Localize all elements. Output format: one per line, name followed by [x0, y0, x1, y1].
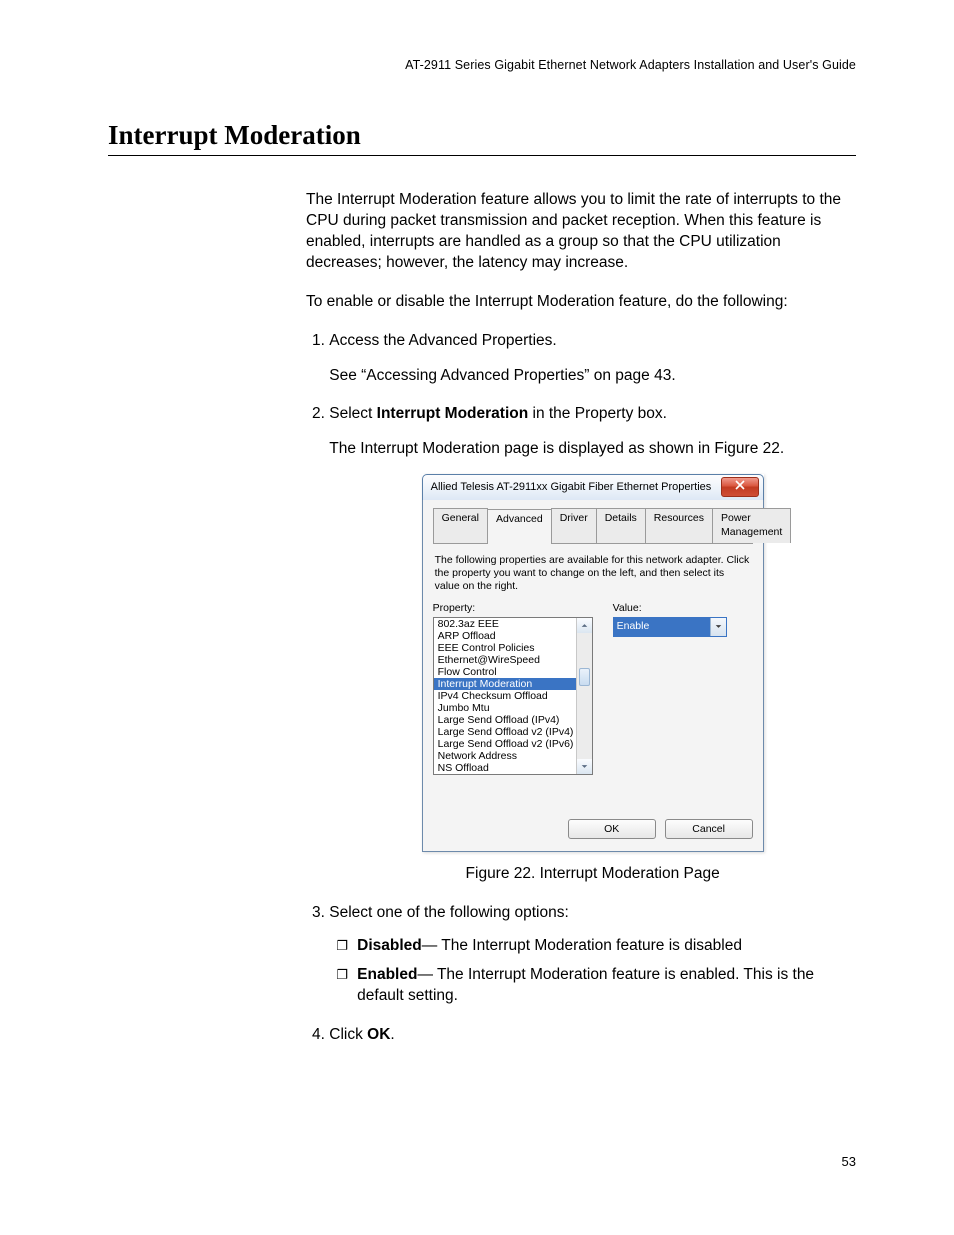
list-item[interactable]: Network Address [434, 750, 577, 762]
page-number: 53 [842, 1154, 856, 1169]
property-label: Property: [433, 601, 593, 615]
combobox-button[interactable] [710, 618, 726, 636]
list-item[interactable]: 802.3az EEE [434, 618, 577, 630]
tab-strip: General Advanced Driver Details Resource… [433, 508, 753, 543]
lead-paragraph: To enable or disable the Interrupt Moder… [306, 292, 856, 313]
close-button[interactable] [721, 477, 759, 497]
step-4-pre: Click [329, 1026, 367, 1043]
running-header: AT-2911 Series Gigabit Ethernet Network … [108, 58, 856, 72]
dialog-title: Allied Telesis AT-2911xx Gigabit Fiber E… [431, 480, 712, 495]
cancel-button[interactable]: Cancel [665, 819, 753, 839]
dialog-titlebar[interactable]: Allied Telesis AT-2911xx Gigabit Fiber E… [422, 474, 764, 500]
step-4: Click OK. [329, 1025, 856, 1046]
bullet-icon: ❐ [336, 966, 348, 984]
options-list: ❐ Disabled— The Interrupt Moderation fea… [329, 936, 856, 1007]
listbox-scrollbar[interactable] [576, 618, 592, 774]
close-icon [735, 480, 745, 494]
scroll-down-button[interactable] [577, 759, 592, 774]
option-enabled-desc: — The Interrupt Moderation feature is en… [357, 966, 814, 1004]
step-4-bold: OK [367, 1026, 390, 1043]
list-item[interactable]: Large Send Offload v2 (IPv6) [434, 738, 577, 750]
list-item[interactable]: Jumbo Mtu [434, 702, 577, 714]
chevron-down-icon [715, 620, 722, 634]
step-2-post: in the Property box. [528, 405, 667, 422]
step-1-ref: See “Accessing Advanced Properties” on p… [329, 366, 856, 387]
chevron-down-icon [581, 760, 588, 774]
scrollbar-thumb[interactable] [579, 668, 590, 686]
option-disabled: ❐ Disabled— The Interrupt Moderation fea… [357, 936, 856, 957]
step-2: Select Interrupt Moderation in the Prope… [329, 404, 856, 885]
section-rule [108, 155, 856, 156]
option-disabled-desc: — The Interrupt Moderation feature is di… [422, 937, 742, 954]
list-item[interactable]: Large Send Offload (IPv4) [434, 714, 577, 726]
tab-resources[interactable]: Resources [645, 508, 713, 542]
figure-wrapper: Allied Telesis AT-2911xx Gigabit Fiber E… [329, 474, 856, 852]
dialog-body: General Advanced Driver Details Resource… [422, 500, 764, 852]
value-label: Value: [613, 601, 727, 615]
value-selected: Enable [614, 618, 710, 636]
list-item[interactable]: ARP Offload [434, 630, 577, 642]
list-item[interactable]: Flow Control [434, 666, 577, 678]
list-item[interactable]: Large Send Offload v2 (IPv4) [434, 726, 577, 738]
properties-dialog: Allied Telesis AT-2911xx Gigabit Fiber E… [422, 474, 764, 852]
step-2-pre: Select [329, 405, 376, 422]
scroll-up-button[interactable] [577, 618, 592, 633]
step-2-result: The Interrupt Moderation page is display… [329, 439, 856, 460]
bullet-icon: ❐ [336, 937, 348, 955]
property-items: 802.3az EEE ARP Offload EEE Control Poli… [434, 618, 577, 774]
dialog-button-row: OK Cancel [433, 819, 753, 839]
dialog-instruction: The following properties are available f… [435, 554, 751, 593]
step-1: Access the Advanced Properties. See “Acc… [329, 331, 856, 387]
tab-advanced[interactable]: Advanced [487, 509, 552, 543]
value-combobox[interactable]: Enable [613, 617, 727, 637]
intro-paragraph: The Interrupt Moderation feature allows … [306, 190, 856, 274]
section-title: Interrupt Moderation [108, 120, 856, 151]
list-item[interactable]: NS Offload [434, 762, 577, 774]
figure-caption: Figure 22. Interrupt Moderation Page [329, 864, 856, 885]
step-list: Access the Advanced Properties. See “Acc… [306, 331, 856, 1046]
step-3-text: Select one of the following options: [329, 904, 569, 921]
chevron-up-icon [581, 619, 588, 633]
list-item[interactable]: IPv4 Checksum Offload [434, 690, 577, 702]
tab-general[interactable]: General [433, 508, 488, 542]
list-item[interactable]: Ethernet@WireSpeed [434, 654, 577, 666]
option-disabled-label: Disabled [357, 937, 422, 954]
ok-button[interactable]: OK [568, 819, 656, 839]
option-enabled: ❐ Enabled— The Interrupt Moderation feat… [357, 965, 856, 1007]
option-enabled-label: Enabled [357, 966, 417, 983]
step-3: Select one of the following options: ❐ D… [329, 903, 856, 1007]
tab-power-management[interactable]: Power Management [712, 508, 791, 542]
tab-details[interactable]: Details [596, 508, 646, 542]
step-4-post: . [390, 1026, 394, 1043]
property-listbox[interactable]: 802.3az EEE ARP Offload EEE Control Poli… [433, 617, 593, 775]
step-1-text: Access the Advanced Properties. [329, 332, 556, 349]
list-item-selected[interactable]: Interrupt Moderation [434, 678, 577, 690]
tab-driver[interactable]: Driver [551, 508, 597, 542]
step-2-bold: Interrupt Moderation [377, 405, 529, 422]
list-item[interactable]: EEE Control Policies [434, 642, 577, 654]
